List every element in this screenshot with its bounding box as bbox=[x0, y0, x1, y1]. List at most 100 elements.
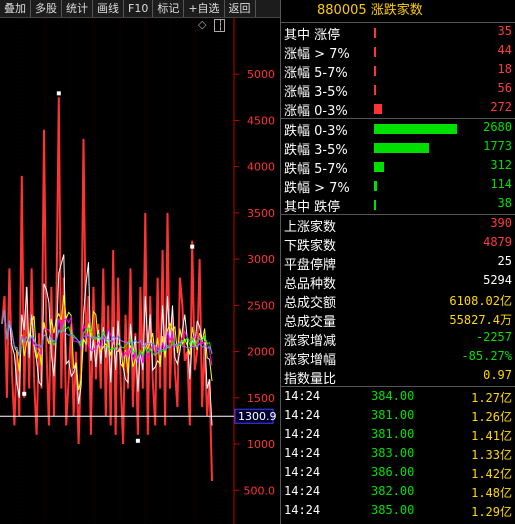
stat-value: 18 bbox=[497, 62, 512, 76]
stat-row: 涨家增幅 -85.27% bbox=[281, 348, 515, 368]
tick-price: 381.00 bbox=[371, 408, 415, 422]
chart-svg: 5000 4500 4000 3500 3000 2500 2000 1500 1000 500.… bbox=[0, 18, 277, 524]
y-tick-label: 4500 bbox=[247, 114, 275, 127]
tick-price: 382.00 bbox=[371, 484, 415, 498]
tick-time: 14:24 bbox=[284, 427, 321, 441]
tick-amount: 1.26亿 bbox=[471, 410, 512, 424]
toolbar-button-2[interactable]: 统计 bbox=[62, 0, 93, 17]
tick-row: 14:24 385.00 1.29亿 bbox=[281, 501, 515, 520]
y-tick-label: 5000 bbox=[247, 68, 275, 81]
stat-value: 390 bbox=[490, 216, 512, 230]
stat-label: 涨幅 0-3% bbox=[284, 104, 348, 119]
panel-title: 880005 涨跌家数 bbox=[281, 0, 515, 23]
stat-value: 5294 bbox=[483, 273, 512, 287]
stat-label: 涨幅 3-5% bbox=[284, 85, 348, 100]
y-tick-label: 3000 bbox=[247, 253, 275, 266]
stat-bar bbox=[374, 181, 377, 191]
stat-bar bbox=[374, 47, 376, 57]
stat-bar bbox=[374, 66, 376, 76]
toolbar-button-5[interactable]: 标记 bbox=[153, 0, 185, 17]
stat-label: 跌幅 5-7% bbox=[284, 162, 348, 177]
stat-label: 涨家增减 bbox=[284, 334, 337, 349]
stat-bar bbox=[374, 85, 376, 95]
tick-price: 386.00 bbox=[371, 465, 415, 479]
stat-bar bbox=[374, 28, 376, 38]
tick-time: 14:24 bbox=[284, 503, 321, 517]
stat-label: 总成交量 bbox=[284, 315, 337, 330]
stat-label: 指数量比 bbox=[284, 372, 337, 387]
toolbar-button-4[interactable]: F10 bbox=[124, 0, 154, 17]
tick-amount: 1.41亿 bbox=[471, 429, 512, 443]
stat-label: 涨家增幅 bbox=[284, 353, 337, 368]
stat-row: 跌幅 0-3% 2680 bbox=[281, 119, 515, 139]
stat-value: 55827.4万 bbox=[449, 313, 512, 327]
stat-row: 跌幅 > 7% 114 bbox=[281, 176, 515, 196]
stat-value: 4879 bbox=[483, 235, 512, 249]
stat-value: 272 bbox=[490, 100, 512, 114]
stat-value: 25 bbox=[497, 254, 512, 268]
toolbar-button-1[interactable]: 多股 bbox=[31, 0, 62, 17]
toolbar-button-6[interactable]: +自选 bbox=[184, 0, 225, 17]
signal-marker bbox=[56, 91, 61, 96]
stat-bar bbox=[374, 104, 382, 114]
stat-row: 其中 涨停 35 bbox=[281, 23, 515, 43]
stat-bar bbox=[374, 124, 457, 134]
toolbar-button-0[interactable]: 叠加 bbox=[0, 0, 31, 17]
stat-label: 跌幅 > 7% bbox=[284, 181, 350, 196]
stat-row: 涨幅 0-3% 272 bbox=[281, 99, 515, 119]
stat-row: 指数量比 0.97 bbox=[281, 367, 515, 387]
stat-label: 其中 跌停 bbox=[284, 200, 341, 215]
stat-label: 涨幅 > 7% bbox=[284, 47, 350, 62]
tick-row: 14:24 381.00 1.26亿 bbox=[281, 406, 515, 425]
stat-row: 跌幅 3-5% 1773 bbox=[281, 138, 515, 158]
tick-row: 14:24 386.00 1.42亿 bbox=[281, 463, 515, 482]
stat-value: 44 bbox=[497, 43, 512, 57]
tick-time: 14:24 bbox=[284, 484, 321, 498]
tick-time: 14:24 bbox=[284, 389, 321, 403]
stat-row: 跌幅 5-7% 312 bbox=[281, 157, 515, 177]
stat-row: 上涨家数 390 bbox=[281, 215, 515, 235]
toolbar-button-3[interactable]: 画线 bbox=[93, 0, 124, 17]
stat-row: 涨幅 3-5% 56 bbox=[281, 80, 515, 100]
tick-time: 14:24 bbox=[284, 446, 321, 460]
rise-distribution: 其中 涨停 35 涨幅 > 7% 44 涨幅 5-7% 18 涨幅 3-5% 56 涨幅 0-3… bbox=[281, 23, 515, 119]
line-chart[interactable]: ◇ 5000 4500 4000 3500 3000 2500 2000 1500 1000 50… bbox=[0, 18, 280, 524]
fall-distribution: 跌幅 0-3% 2680 跌幅 3-5% 1773 跌幅 5-7% 312 跌幅 > 7% 1… bbox=[281, 119, 515, 215]
tick-amount: 1.33亿 bbox=[471, 448, 512, 462]
tick-amount: 1.48亿 bbox=[471, 486, 512, 500]
signal-marker bbox=[135, 438, 140, 443]
y-tick-label: 500.0 bbox=[244, 484, 276, 497]
current-value-label: 1300.9 bbox=[238, 410, 277, 423]
stat-label: 总成交额 bbox=[284, 296, 337, 311]
stat-value: 0.97 bbox=[483, 368, 512, 382]
stat-row: 涨幅 > 7% 44 bbox=[281, 42, 515, 62]
y-tick-label: 3500 bbox=[247, 207, 275, 220]
stat-label: 其中 涨停 bbox=[284, 28, 341, 43]
stat-label: 平盘停牌 bbox=[284, 258, 337, 273]
tick-price: 383.00 bbox=[371, 446, 415, 460]
tick-row: 14:24 383.00 1.33亿 bbox=[281, 444, 515, 463]
market-stats: 上涨家数 390 下跌家数 4879 平盘停牌 25 总品种数 5294 总成交额 6108.02… bbox=[281, 215, 515, 387]
stats-panel: 880005 涨跌家数 其中 涨停 35 涨幅 > 7% 44 涨幅 5-7% 18 涨幅 … bbox=[280, 0, 515, 524]
signal-marker bbox=[22, 391, 27, 396]
stat-label: 下跌家数 bbox=[284, 239, 337, 254]
stat-label: 跌幅 0-3% bbox=[284, 124, 348, 139]
tick-row: 14:24 384.00 1.27亿 bbox=[281, 387, 515, 406]
stat-row: 涨家增减 -2257 bbox=[281, 329, 515, 349]
stat-value: -2257 bbox=[475, 330, 512, 344]
tick-price: 381.00 bbox=[371, 427, 415, 441]
stat-row: 总成交额 6108.02亿 bbox=[281, 291, 515, 311]
toolbar-button-7[interactable]: 返回 bbox=[225, 0, 256, 17]
tick-price: 384.00 bbox=[371, 389, 415, 403]
y-tick-label: 1500 bbox=[247, 392, 275, 405]
tick-row: 14:24 382.00 1.48亿 bbox=[281, 482, 515, 501]
tick-list: 14:24 384.00 1.27亿 14:24 381.00 1.26亿 14:24 381… bbox=[281, 387, 515, 520]
stat-row: 下跌家数 4879 bbox=[281, 234, 515, 254]
series-line-rise bbox=[1, 97, 213, 482]
stat-label: 总品种数 bbox=[284, 277, 337, 292]
stat-row: 总品种数 5294 bbox=[281, 272, 515, 292]
stat-row: 其中 跌停 38 bbox=[281, 195, 515, 215]
stat-row: 涨幅 5-7% 18 bbox=[281, 61, 515, 81]
tick-price: 385.00 bbox=[371, 503, 415, 517]
y-tick-label: 1000 bbox=[247, 438, 275, 451]
